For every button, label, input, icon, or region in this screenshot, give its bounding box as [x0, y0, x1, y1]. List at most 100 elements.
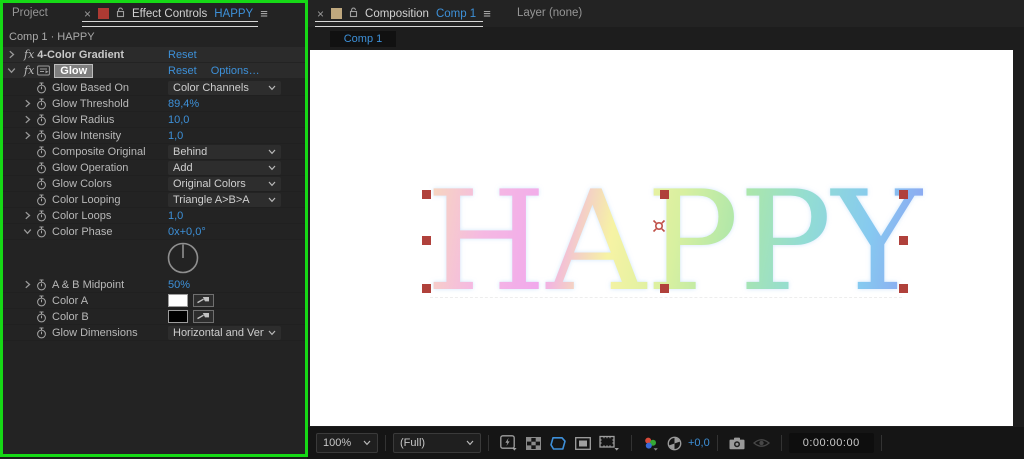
disclosure-right-icon[interactable] — [21, 211, 33, 220]
disclosure-right-icon[interactable] — [21, 99, 33, 108]
param-row-color-b: Color B — [0, 309, 307, 325]
glow-radius-value[interactable]: 10,0 — [168, 114, 189, 126]
comp-1-subtab[interactable]: Comp 1 — [330, 31, 396, 47]
timecode-display[interactable]: 0:00:00:00 — [789, 433, 874, 453]
effect-row-glow[interactable]: fx Glow Reset Options… — [0, 63, 307, 78]
close-icon[interactable]: × — [84, 8, 91, 20]
happy-text[interactable]: HAPPY — [426, 186, 923, 298]
stopwatch-icon[interactable] — [33, 194, 49, 206]
anchor-point-icon[interactable] — [649, 216, 669, 241]
selection-handle-top-center[interactable] — [660, 190, 669, 199]
selection-handle-mid-left[interactable] — [422, 236, 431, 245]
glow-operation-dropdown[interactable]: Add — [168, 161, 281, 175]
reset-link[interactable]: Reset — [168, 49, 197, 61]
exposure-value[interactable]: +0,0 — [688, 437, 710, 449]
stopwatch-icon[interactable] — [33, 311, 49, 323]
grid-guides-icon[interactable] — [599, 435, 620, 451]
toolbar-separator — [488, 435, 489, 451]
exposure-shutter-icon[interactable] — [667, 436, 682, 451]
chevron-down-icon — [268, 197, 276, 203]
color-a-eyedropper-button[interactable] — [193, 294, 214, 307]
composition-viewport[interactable]: HAPPY — [310, 50, 1013, 426]
stopwatch-icon[interactable] — [33, 98, 49, 110]
stopwatch-icon[interactable] — [33, 226, 49, 238]
glow-intensity-value[interactable]: 1,0 — [168, 130, 183, 142]
panel-menu-icon[interactable]: ≡ — [483, 6, 490, 21]
stopwatch-icon[interactable] — [33, 279, 49, 291]
stopwatch-icon[interactable] — [33, 295, 49, 307]
panel-menu-icon[interactable]: ≡ — [260, 6, 267, 21]
stopwatch-icon[interactable] — [33, 82, 49, 94]
reset-link[interactable]: Reset — [168, 65, 197, 77]
param-row-color-looping: Color Looping Triangle A>B>A — [0, 192, 307, 208]
param-row-glow-threshold: Glow Threshold 89,4% — [0, 96, 307, 112]
param-row-glow-colors: Glow Colors Original Colors — [0, 176, 307, 192]
disclosure-right-icon[interactable] — [5, 50, 18, 59]
selection-handle-mid-right[interactable] — [899, 236, 908, 245]
resolution-dropdown[interactable]: (Full) — [393, 433, 481, 453]
selection-handle-bottom-center[interactable] — [660, 284, 669, 293]
param-label: Glow Operation — [52, 162, 128, 174]
tab-comp-name: Comp 1 — [436, 8, 476, 20]
glow-threshold-value[interactable]: 89,4% — [168, 98, 199, 110]
zoom-dropdown[interactable]: 100% — [316, 433, 378, 453]
disclosure-right-icon[interactable] — [21, 115, 33, 124]
stopwatch-icon[interactable] — [33, 130, 49, 142]
selection-handle-bottom-right[interactable] — [899, 284, 908, 293]
color-looping-dropdown[interactable]: Triangle A>B>A — [168, 193, 281, 207]
disclosure-down-icon[interactable] — [5, 67, 18, 74]
disclosure-right-icon[interactable] — [21, 280, 33, 289]
selection-handle-bottom-left[interactable] — [422, 284, 431, 293]
channels-rgb-icon[interactable] — [643, 436, 659, 451]
chevron-down-icon — [268, 165, 276, 171]
color-phase-dial[interactable] — [166, 241, 200, 280]
color-loops-value[interactable]: 1,0 — [168, 210, 183, 222]
ab-midpoint-value[interactable]: 50% — [168, 279, 190, 291]
stopwatch-icon[interactable] — [33, 146, 49, 158]
text-baseline-guide — [430, 297, 902, 298]
mask-visibility-icon[interactable] — [549, 436, 567, 451]
color-a-swatch[interactable] — [168, 294, 188, 307]
stopwatch-icon[interactable] — [33, 327, 49, 339]
transparency-grid-icon[interactable] — [526, 437, 541, 450]
color-phase-value[interactable]: 0x+0,0° — [168, 226, 206, 238]
stopwatch-icon[interactable] — [33, 178, 49, 190]
tab-effect-controls[interactable]: × Effect Controls HAPPY ≡ — [84, 6, 267, 21]
snapshot-camera-icon[interactable] — [729, 437, 745, 450]
stopwatch-icon[interactable] — [33, 114, 49, 126]
param-label: Color A — [52, 295, 88, 307]
chevron-down-icon — [268, 330, 276, 336]
fast-previews-icon[interactable] — [500, 435, 518, 451]
glow-based-on-dropdown[interactable]: Color Channels — [168, 81, 281, 95]
lock-icon[interactable] — [116, 7, 125, 21]
selection-handle-top-left[interactable] — [422, 190, 431, 199]
glow-dimensions-dropdown[interactable]: Horizontal and Verti — [168, 326, 281, 340]
tab-project[interactable]: Project — [12, 7, 48, 19]
eyedropper-icon — [196, 311, 211, 323]
active-tab-indicator — [82, 21, 258, 27]
options-link[interactable]: Options… — [211, 65, 260, 77]
param-label: Glow Dimensions — [52, 327, 138, 339]
close-icon[interactable]: × — [317, 8, 324, 20]
disclosure-down-icon[interactable] — [21, 228, 33, 235]
stopwatch-icon[interactable] — [33, 162, 49, 174]
composition-tabbar: × Composition Comp 1 ≡ Layer (none) — [307, 0, 1024, 27]
color-b-eyedropper-button[interactable] — [193, 310, 214, 323]
composite-original-dropdown[interactable]: Behind — [168, 145, 281, 159]
param-label: Composite Original — [52, 146, 146, 158]
color-b-swatch[interactable] — [168, 310, 188, 323]
stopwatch-icon[interactable] — [33, 210, 49, 222]
tab-composition[interactable]: × Composition Comp 1 ≡ — [317, 6, 490, 21]
glow-colors-dropdown[interactable]: Original Colors — [168, 177, 281, 191]
param-label: Color Loops — [52, 210, 111, 222]
lock-icon[interactable] — [349, 7, 358, 21]
selection-handle-top-right[interactable] — [899, 190, 908, 199]
disclosure-right-icon[interactable] — [21, 131, 33, 140]
effect-name-selected[interactable]: Glow — [54, 64, 93, 78]
tab-layer[interactable]: Layer (none) — [517, 7, 582, 19]
show-snapshot-icon[interactable] — [753, 437, 770, 449]
region-of-interest-icon[interactable] — [575, 437, 591, 450]
active-tab-indicator — [315, 21, 483, 27]
effect-row-4-color-gradient[interactable]: fx 4-Color Gradient Reset — [0, 47, 307, 62]
toolbar-separator — [717, 435, 718, 451]
